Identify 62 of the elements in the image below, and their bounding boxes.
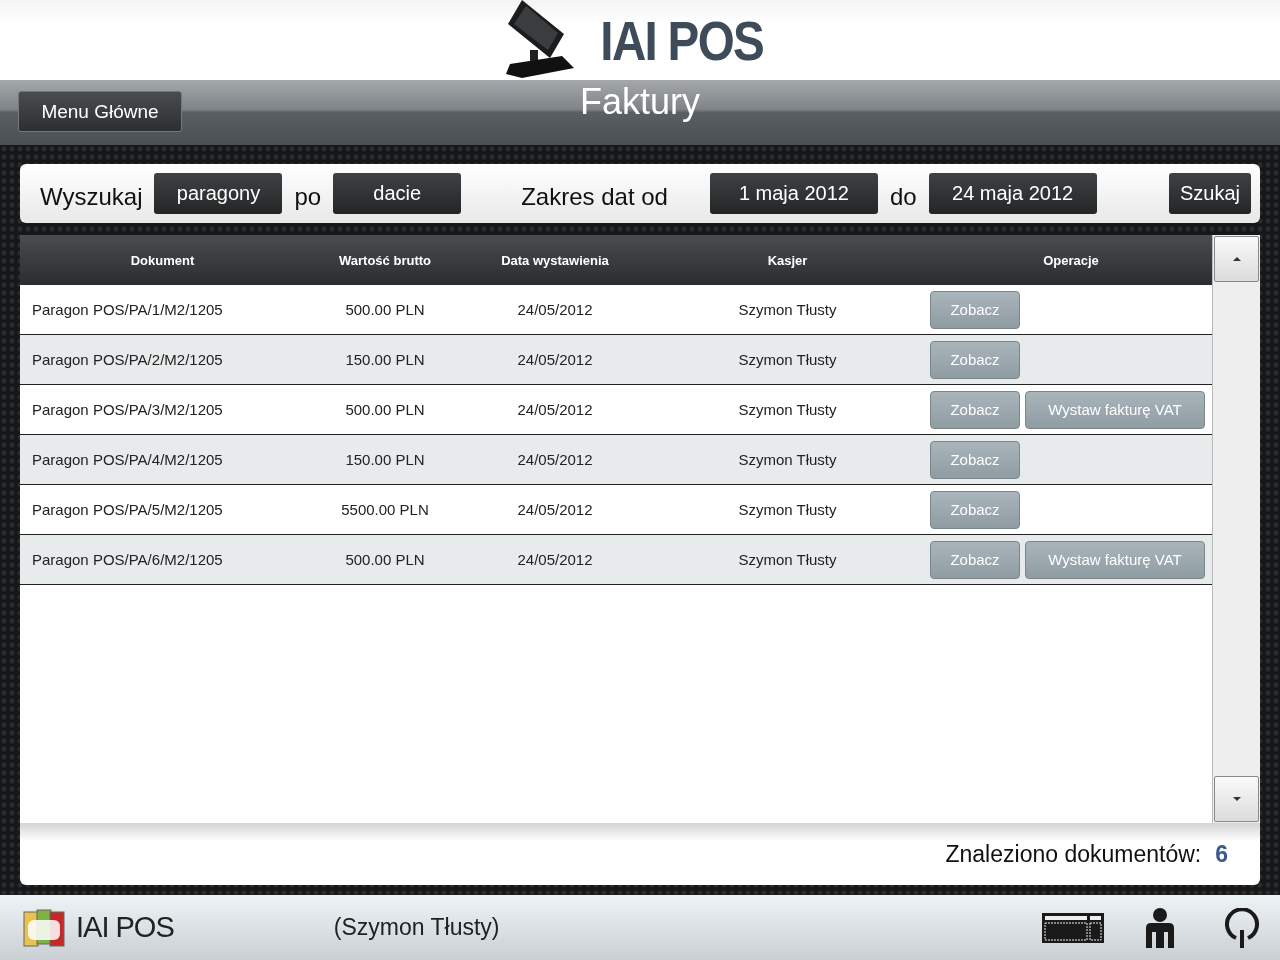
caret-up-icon <box>1232 257 1241 261</box>
user-name: (Szymon Tłusty) <box>333 914 500 941</box>
table-cell-text: 150.00 PLN <box>344 451 426 468</box>
column-header: Operacje <box>1042 252 1100 268</box>
issue-invoice-button[interactable]: Wystaw fakturę VAT <box>1025 540 1205 579</box>
table-cell-text: Paragon POS/PA/1/M2/1205 <box>31 301 224 318</box>
sort-by-button[interactable]: dacie <box>333 173 462 214</box>
date-from-button[interactable]: 1 maja 2012 <box>709 173 878 214</box>
table-cell-text: Paragon POS/PA/4/M2/1205 <box>31 451 224 468</box>
logo-text: IAI POS <box>600 7 764 73</box>
view-button[interactable]: Zobacz <box>930 540 1020 579</box>
column-header: Dokument <box>129 252 196 268</box>
table-cell-text: 500.00 PLN <box>344 551 426 568</box>
document-type-button[interactable]: paragony <box>154 173 283 214</box>
table-cell-text: Paragon POS/PA/5/M2/1205 <box>31 501 224 518</box>
table-cell-text: 24/05/2012 <box>516 351 594 368</box>
view-button[interactable]: Zobacz <box>930 290 1020 329</box>
page-title: Faktury <box>580 80 700 123</box>
column-header: Data wystawienia <box>500 252 610 268</box>
table-cell-text: 24/05/2012 <box>516 451 594 468</box>
scrollbar[interactable] <box>1212 235 1260 823</box>
main-menu-button[interactable]: Menu Główne <box>18 91 182 132</box>
scroll-up-button[interactable] <box>1214 236 1259 282</box>
search-label: Wyszukaj <box>40 182 143 211</box>
table-cell-text: Szymon Tłusty <box>737 301 838 318</box>
table-cell-text: Paragon POS/PA/2/M2/1205 <box>31 351 224 368</box>
table-cell-text: Paragon POS/PA/6/M2/1205 <box>31 551 224 568</box>
view-button[interactable]: Zobacz <box>930 390 1020 429</box>
table-cell-text: 500.00 PLN <box>344 401 426 418</box>
table-cell-text: 24/05/2012 <box>516 501 594 518</box>
keyboard-icon[interactable] <box>1042 912 1104 943</box>
table-cell-text: 150.00 PLN <box>344 351 426 368</box>
table-cell-text: 5500.00 PLN <box>340 501 430 518</box>
table-cell-text: Szymon Tłusty <box>737 501 838 518</box>
search-button[interactable]: Szukaj <box>1168 173 1251 214</box>
table-cell-text: 24/05/2012 <box>516 551 594 568</box>
table-cell-text: Paragon POS/PA/3/M2/1205 <box>31 401 224 418</box>
to-label: do <box>889 182 917 211</box>
issue-invoice-button[interactable]: Wystaw fakturę VAT <box>1025 390 1205 429</box>
logo-text: IAI POS <box>76 911 174 944</box>
view-button[interactable]: Zobacz <box>930 340 1020 379</box>
date-to-button[interactable]: 24 maja 2012 <box>928 173 1097 214</box>
view-button[interactable]: Zobacz <box>930 490 1020 529</box>
logo-icon <box>22 907 66 948</box>
user-icon[interactable] <box>1144 907 1176 948</box>
table-cell-text: 24/05/2012 <box>516 401 594 418</box>
column-header: Wartość brutto <box>338 252 432 268</box>
table-cell-text: Szymon Tłusty <box>737 551 838 568</box>
column-header: Kasjer <box>766 252 809 268</box>
power-icon[interactable] <box>1224 907 1260 948</box>
view-button[interactable]: Zobacz <box>930 440 1020 479</box>
table-cell-text: 500.00 PLN <box>344 301 426 318</box>
table-cell-text: 24/05/2012 <box>516 301 594 318</box>
by-label: po <box>294 182 322 211</box>
table-cell-text: Szymon Tłusty <box>737 401 838 418</box>
found-documents-label: Znaleziono dokumentów: <box>945 840 1202 868</box>
table-cell-text: Szymon Tłusty <box>737 351 838 368</box>
found-documents-count: 6 <box>1215 840 1228 868</box>
table-cell-text: Szymon Tłusty <box>737 451 838 468</box>
scroll-down-button[interactable] <box>1214 776 1259 822</box>
date-range-label: Zakres dat od <box>521 182 668 211</box>
caret-down-icon <box>1232 797 1241 801</box>
